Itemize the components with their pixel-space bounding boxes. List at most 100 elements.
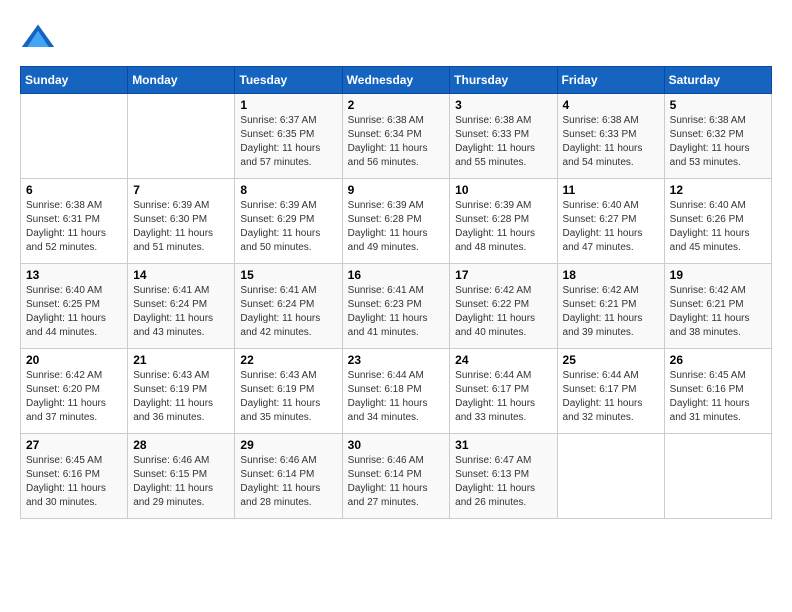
calendar-cell: 22 Sunrise: 6:43 AMSunset: 6:19 PMDayligh… xyxy=(235,349,342,434)
day-info: Sunrise: 6:44 AMSunset: 6:18 PMDaylight:… xyxy=(348,369,445,425)
calendar-cell: 11 Sunrise: 6:40 AMSunset: 6:27 PMDayligh… xyxy=(557,179,664,264)
weekday-header: Wednesday xyxy=(342,67,450,94)
calendar-cell: 12 Sunrise: 6:40 AMSunset: 6:26 PMDayligh… xyxy=(664,179,771,264)
day-number: 11 xyxy=(563,183,659,197)
day-number: 15 xyxy=(240,268,336,282)
calendar-cell xyxy=(664,434,771,519)
calendar-cell: 21Sunrise: 6:43 AMSunset: 6:19 PMDayligh… xyxy=(128,349,235,434)
calendar-cell xyxy=(128,94,235,179)
calendar-cell: 7 Sunrise: 6:39 AMSunset: 6:30 PMDaylight… xyxy=(128,179,235,264)
day-info: Sunrise: 6:39 AMSunset: 6:30 PMDaylight:… xyxy=(133,199,229,255)
day-number: 12 xyxy=(670,183,766,197)
calendar-cell xyxy=(557,434,664,519)
day-info: Sunrise: 6:42 AMSunset: 6:20 PMDaylight:… xyxy=(26,369,122,425)
calendar-cell: 24 Sunrise: 6:44 AMSunset: 6:17 PMDayligh… xyxy=(450,349,557,434)
day-number: 6 xyxy=(26,183,122,197)
calendar-cell: 20 Sunrise: 6:42 AMSunset: 6:20 PMDayligh… xyxy=(21,349,128,434)
day-info: Sunrise: 6:43 AMSunset: 6:19 PMDaylight:… xyxy=(240,369,336,425)
day-info: Sunrise: 6:41 AMSunset: 6:23 PMDaylight:… xyxy=(348,284,445,340)
day-info: Sunrise: 6:39 AMSunset: 6:28 PMDaylight:… xyxy=(348,199,445,255)
day-number: 21 xyxy=(133,353,229,367)
day-number: 23 xyxy=(348,353,445,367)
weekday-header: Saturday xyxy=(664,67,771,94)
day-info: Sunrise: 6:42 AMSunset: 6:21 PMDaylight:… xyxy=(670,284,766,340)
day-number: 8 xyxy=(240,183,336,197)
day-number: 16 xyxy=(348,268,445,282)
weekday-header: Tuesday xyxy=(235,67,342,94)
day-number: 9 xyxy=(348,183,445,197)
calendar-cell: 18Sunrise: 6:42 AMSunset: 6:21 PMDayligh… xyxy=(557,264,664,349)
weekday-header: Sunday xyxy=(21,67,128,94)
calendar-cell: 4Sunrise: 6:38 AMSunset: 6:33 PMDaylight… xyxy=(557,94,664,179)
calendar-cell: 19 Sunrise: 6:42 AMSunset: 6:21 PMDayligh… xyxy=(664,264,771,349)
day-number: 2 xyxy=(348,98,445,112)
calendar-cell: 26 Sunrise: 6:45 AMSunset: 6:16 PMDayligh… xyxy=(664,349,771,434)
calendar-cell: 5Sunrise: 6:38 AMSunset: 6:32 PMDaylight… xyxy=(664,94,771,179)
calendar-cell: 2Sunrise: 6:38 AMSunset: 6:34 PMDaylight… xyxy=(342,94,450,179)
day-number: 4 xyxy=(563,98,659,112)
day-info: Sunrise: 6:42 AMSunset: 6:21 PMDaylight:… xyxy=(563,284,659,340)
day-number: 19 xyxy=(670,268,766,282)
day-number: 10 xyxy=(455,183,551,197)
weekday-header: Friday xyxy=(557,67,664,94)
day-info: Sunrise: 6:39 AMSunset: 6:28 PMDaylight:… xyxy=(455,199,551,255)
calendar-cell xyxy=(21,94,128,179)
day-number: 7 xyxy=(133,183,229,197)
calendar-cell: 3 Sunrise: 6:38 AMSunset: 6:33 PMDaylight… xyxy=(450,94,557,179)
calendar-week-row: 1 Sunrise: 6:37 AMSunset: 6:35 PMDaylight… xyxy=(21,94,772,179)
day-info: Sunrise: 6:40 AMSunset: 6:26 PMDaylight:… xyxy=(670,199,766,255)
day-info: Sunrise: 6:45 AMSunset: 6:16 PMDaylight:… xyxy=(670,369,766,425)
day-info: Sunrise: 6:38 AMSunset: 6:32 PMDaylight:… xyxy=(670,114,766,170)
day-number: 1 xyxy=(240,98,336,112)
day-number: 26 xyxy=(670,353,766,367)
day-number: 29 xyxy=(240,438,336,452)
calendar-cell: 28Sunrise: 6:46 AMSunset: 6:15 PMDayligh… xyxy=(128,434,235,519)
logo-icon xyxy=(20,20,56,56)
calendar-cell: 14 Sunrise: 6:41 AMSunset: 6:24 PMDayligh… xyxy=(128,264,235,349)
day-info: Sunrise: 6:41 AMSunset: 6:24 PMDaylight:… xyxy=(240,284,336,340)
calendar-header-row: SundayMondayTuesdayWednesdayThursdayFrid… xyxy=(21,67,772,94)
calendar-cell: 6 Sunrise: 6:38 AMSunset: 6:31 PMDaylight… xyxy=(21,179,128,264)
calendar-cell: 27Sunrise: 6:45 AMSunset: 6:16 PMDayligh… xyxy=(21,434,128,519)
day-number: 24 xyxy=(455,353,551,367)
day-number: 13 xyxy=(26,268,122,282)
day-number: 20 xyxy=(26,353,122,367)
day-number: 17 xyxy=(455,268,551,282)
day-info: Sunrise: 6:42 AMSunset: 6:22 PMDaylight:… xyxy=(455,284,551,340)
day-number: 30 xyxy=(348,438,445,452)
day-info: Sunrise: 6:47 AMSunset: 6:13 PMDaylight:… xyxy=(455,454,551,510)
day-number: 22 xyxy=(240,353,336,367)
day-number: 31 xyxy=(455,438,551,452)
calendar-cell: 8 Sunrise: 6:39 AMSunset: 6:29 PMDaylight… xyxy=(235,179,342,264)
day-info: Sunrise: 6:44 AMSunset: 6:17 PMDaylight:… xyxy=(455,369,551,425)
day-number: 3 xyxy=(455,98,551,112)
calendar-cell: 17 Sunrise: 6:42 AMSunset: 6:22 PMDayligh… xyxy=(450,264,557,349)
calendar: SundayMondayTuesdayWednesdayThursdayFrid… xyxy=(20,66,772,519)
calendar-cell: 16 Sunrise: 6:41 AMSunset: 6:23 PMDayligh… xyxy=(342,264,450,349)
calendar-cell: 23 Sunrise: 6:44 AMSunset: 6:18 PMDayligh… xyxy=(342,349,450,434)
day-info: Sunrise: 6:39 AMSunset: 6:29 PMDaylight:… xyxy=(240,199,336,255)
calendar-cell: 25Sunrise: 6:44 AMSunset: 6:17 PMDayligh… xyxy=(557,349,664,434)
weekday-header: Monday xyxy=(128,67,235,94)
day-info: Sunrise: 6:37 AMSunset: 6:35 PMDaylight:… xyxy=(240,114,336,170)
day-info: Sunrise: 6:38 AMSunset: 6:33 PMDaylight:… xyxy=(455,114,551,170)
weekday-header: Thursday xyxy=(450,67,557,94)
calendar-cell: 31 Sunrise: 6:47 AMSunset: 6:13 PMDayligh… xyxy=(450,434,557,519)
calendar-week-row: 13 Sunrise: 6:40 AMSunset: 6:25 PMDayligh… xyxy=(21,264,772,349)
day-info: Sunrise: 6:38 AMSunset: 6:31 PMDaylight:… xyxy=(26,199,122,255)
calendar-cell: 13 Sunrise: 6:40 AMSunset: 6:25 PMDayligh… xyxy=(21,264,128,349)
day-info: Sunrise: 6:46 AMSunset: 6:14 PMDaylight:… xyxy=(348,454,445,510)
calendar-cell: 29Sunrise: 6:46 AMSunset: 6:14 PMDayligh… xyxy=(235,434,342,519)
day-info: Sunrise: 6:40 AMSunset: 6:25 PMDaylight:… xyxy=(26,284,122,340)
day-number: 28 xyxy=(133,438,229,452)
page-header xyxy=(20,20,772,56)
calendar-cell: 30 Sunrise: 6:46 AMSunset: 6:14 PMDayligh… xyxy=(342,434,450,519)
calendar-cell: 9 Sunrise: 6:39 AMSunset: 6:28 PMDaylight… xyxy=(342,179,450,264)
day-number: 14 xyxy=(133,268,229,282)
day-info: Sunrise: 6:45 AMSunset: 6:16 PMDaylight:… xyxy=(26,454,122,510)
calendar-cell: 10 Sunrise: 6:39 AMSunset: 6:28 PMDayligh… xyxy=(450,179,557,264)
day-info: Sunrise: 6:40 AMSunset: 6:27 PMDaylight:… xyxy=(563,199,659,255)
day-info: Sunrise: 6:41 AMSunset: 6:24 PMDaylight:… xyxy=(133,284,229,340)
logo xyxy=(20,20,62,56)
calendar-week-row: 20 Sunrise: 6:42 AMSunset: 6:20 PMDayligh… xyxy=(21,349,772,434)
